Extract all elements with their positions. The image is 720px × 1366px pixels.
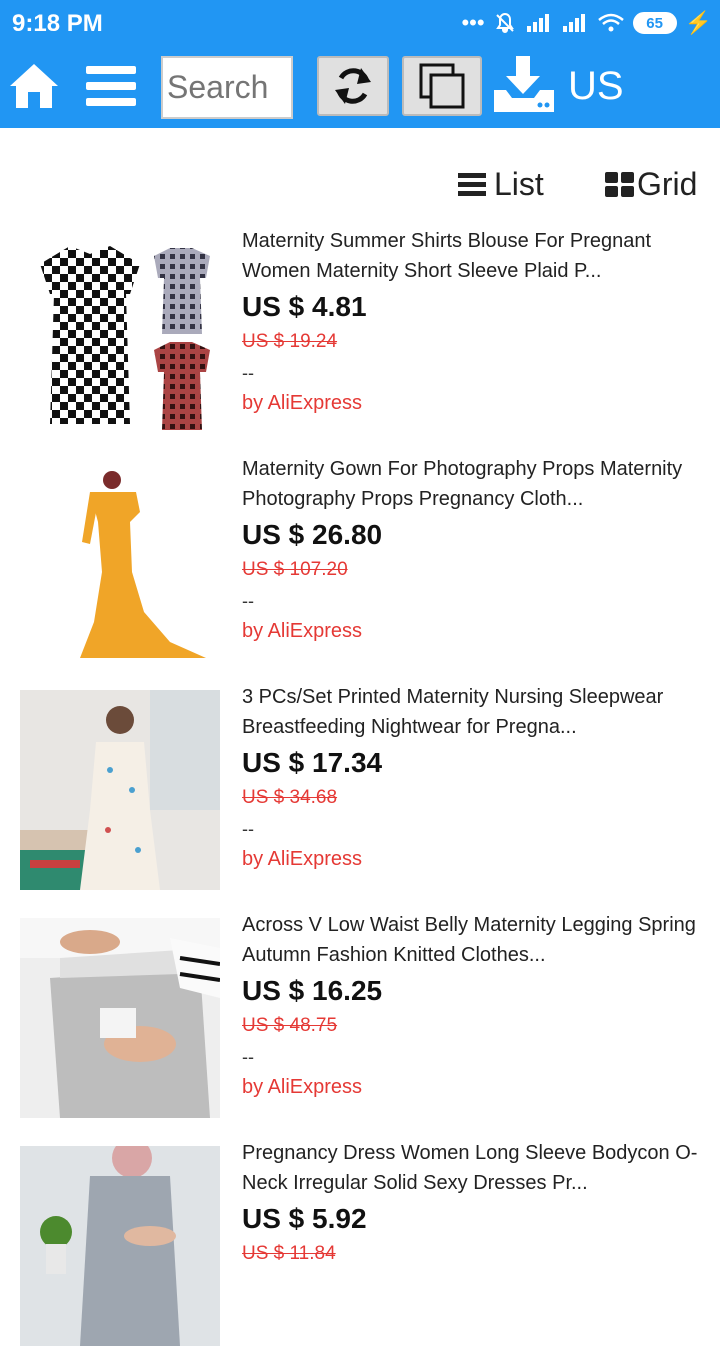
product-price: US $ 16.25 [242, 975, 383, 1006]
refresh-button[interactable] [317, 56, 389, 116]
product-original-price: US $ 19.24 [242, 331, 338, 352]
more-dots-icon: ••• [461, 10, 485, 35]
product-image[interactable] [20, 918, 220, 1118]
grid-view-button[interactable]: Grid [605, 166, 697, 203]
product-item[interactable]: 3 PCs/Set Printed Maternity Nursing Slee… [0, 682, 720, 910]
wifi-icon [597, 13, 624, 32]
product-title[interactable]: Across V Low Waist Belly Maternity Leggi… [242, 910, 702, 970]
toolbar: US [0, 52, 720, 122]
product-title[interactable]: Maternity Gown For Photography Props Mat… [242, 454, 702, 514]
product-original-price: US $ 107.20 [242, 559, 348, 580]
product-price: US $ 26.80 [242, 519, 383, 550]
product-original-price: US $ 34.68 [242, 787, 338, 808]
grid-view-label: Grid [637, 166, 698, 202]
status-icons: ••• 65 ⚡ [461, 10, 712, 36]
charging-icon: ⚡ [684, 10, 712, 35]
product-extra: -- [242, 591, 254, 611]
view-toggle: List Grid [0, 166, 720, 206]
product-info: 3 PCs/Set Printed Maternity Nursing Slee… [242, 682, 702, 874]
product-info: Pregnancy Dress Women Long Sleeve Bodyco… [242, 1138, 702, 1270]
product-image[interactable] [20, 690, 220, 890]
product-seller[interactable]: by AliExpress [242, 616, 702, 646]
download-icon [494, 56, 554, 112]
product-price: US $ 5.92 [242, 1203, 367, 1234]
product-extra: -- [242, 363, 254, 383]
product-item[interactable]: Maternity Summer Shirts Blouse For Pregn… [0, 226, 720, 454]
product-extra: -- [242, 819, 254, 839]
home-icon [10, 64, 58, 108]
product-original-price: US $ 11.84 [242, 1243, 336, 1264]
product-info: Across V Low Waist Belly Maternity Leggi… [242, 910, 702, 1102]
product-extra: -- [242, 1047, 254, 1067]
home-button[interactable] [6, 60, 62, 112]
hamburger-icon [86, 66, 136, 106]
signal-icon [526, 14, 549, 32]
product-image[interactable] [20, 462, 220, 662]
product-item[interactable]: Maternity Gown For Photography Props Mat… [0, 454, 720, 682]
menu-button[interactable] [84, 62, 138, 110]
search-input[interactable] [161, 56, 293, 119]
product-item[interactable]: Across V Low Waist Belly Maternity Leggi… [0, 910, 720, 1138]
product-image[interactable] [20, 1146, 220, 1346]
product-item[interactable]: Pregnancy Dress Women Long Sleeve Bodyco… [0, 1138, 720, 1366]
product-seller[interactable]: by AliExpress [242, 388, 702, 418]
status-time: 9:18 PM [12, 10, 103, 37]
copy-icon [419, 63, 465, 109]
product-seller[interactable]: by AliExpress [242, 1072, 702, 1102]
product-price: US $ 17.34 [242, 747, 383, 778]
product-info: Maternity Gown For Photography Props Mat… [242, 454, 702, 646]
list-icon [458, 172, 486, 196]
product-title[interactable]: 3 PCs/Set Printed Maternity Nursing Slee… [242, 682, 702, 742]
product-price: US $ 4.81 [242, 291, 367, 322]
refresh-icon [335, 68, 371, 104]
signal-icon-2 [562, 14, 585, 32]
list-view-label: List [494, 166, 544, 202]
country-selector[interactable]: US [568, 64, 624, 109]
grid-icon [605, 171, 634, 197]
product-title[interactable]: Maternity Summer Shirts Blouse For Pregn… [242, 226, 702, 286]
battery-indicator: 65 [632, 12, 677, 34]
product-title[interactable]: Pregnancy Dress Women Long Sleeve Bodyco… [242, 1138, 702, 1198]
product-original-price: US $ 48.75 [242, 1015, 338, 1036]
download-button[interactable] [492, 54, 556, 114]
product-seller[interactable]: by AliExpress [242, 844, 702, 874]
product-info: Maternity Summer Shirts Blouse For Pregn… [242, 226, 702, 418]
list-view-button[interactable]: List [458, 166, 544, 203]
status-bar: 9:18 PM ••• 65 ⚡ [0, 0, 720, 50]
product-image[interactable] [20, 234, 220, 434]
top-app-bar: 9:18 PM ••• 65 ⚡ US [0, 0, 720, 128]
mute-bell-icon [495, 12, 514, 33]
copy-button[interactable] [402, 56, 482, 116]
